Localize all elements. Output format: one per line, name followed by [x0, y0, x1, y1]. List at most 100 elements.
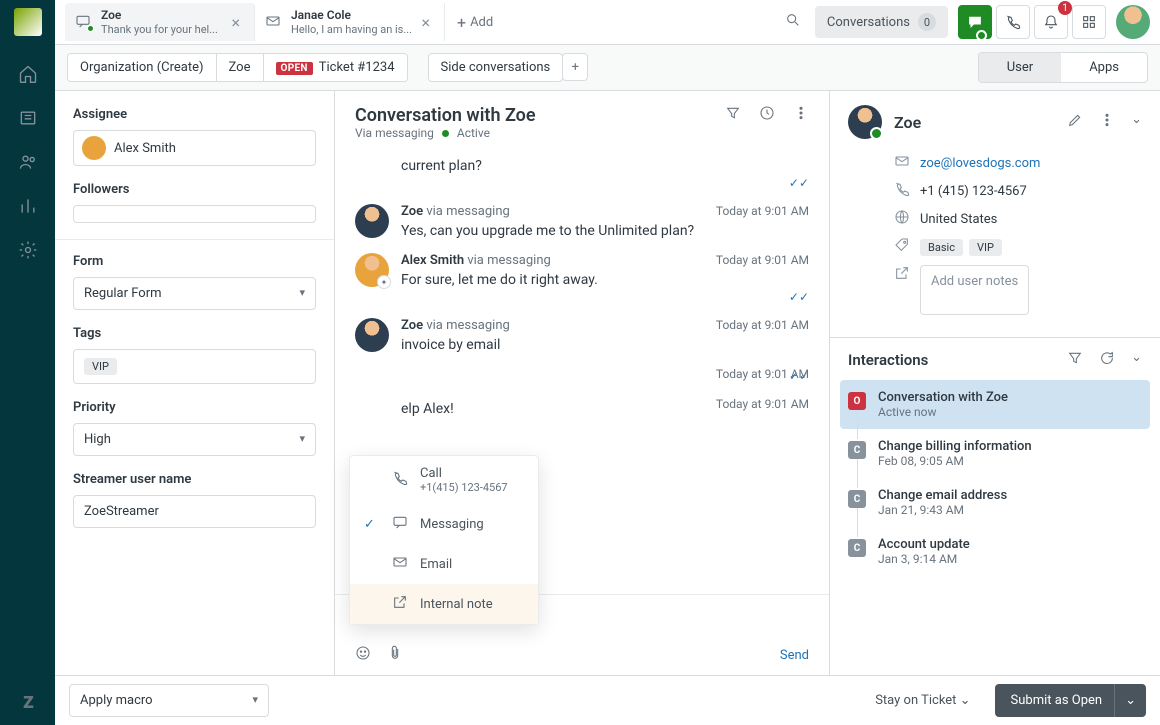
interaction-item[interactable]: O Conversation with ZoeActive now	[840, 380, 1150, 429]
submit-button[interactable]: Submit as Open	[995, 684, 1119, 717]
filter-icon[interactable]	[725, 105, 741, 125]
streamer-label: Streamer user name	[73, 472, 316, 487]
breadcrumb-bar: Organization (Create) Zoe OPENTicket #12…	[55, 45, 1160, 91]
external-link-icon	[894, 265, 910, 285]
tab-title: Zoe	[101, 8, 218, 22]
chat-icon	[75, 13, 93, 31]
chevron-down-icon[interactable]: ⌄	[1131, 112, 1142, 132]
toggle-apps[interactable]: Apps	[1061, 53, 1147, 82]
attachment-icon[interactable]	[387, 645, 403, 665]
submit-caret-button[interactable]: ⌄	[1114, 684, 1146, 717]
tab-subtitle: Thank you for your hel...	[101, 23, 218, 36]
notifications-icon[interactable]: 1	[1034, 5, 1068, 39]
chevron-down-icon[interactable]: ⌄	[1131, 350, 1142, 370]
macro-select[interactable]: Apply macro	[69, 684, 269, 717]
message: ✓✓ Today at 9:01 AM	[355, 367, 809, 383]
emoji-icon[interactable]	[355, 645, 371, 665]
channel-option-internal-note[interactable]: Internal note	[350, 584, 538, 624]
tab-title: Janae Cole	[291, 8, 412, 22]
more-icon[interactable]	[793, 105, 809, 125]
followers-label: Followers	[73, 182, 316, 197]
assignee-field[interactable]: Alex Smith	[73, 130, 316, 166]
conversation-title: Conversation with Zoe	[355, 105, 536, 126]
interactions-title: Interactions	[848, 351, 928, 369]
tab-janae[interactable]: Janae ColeHello, I am having an is... ×	[255, 3, 445, 41]
channel-menu: Call+1(415) 123-4567✓ Messaging Email In…	[349, 455, 539, 625]
user-phone: +1 (415) 123-4567	[920, 184, 1027, 199]
phone-icon[interactable]	[996, 5, 1030, 39]
user-panel: Zoe ⌄ zoe@lovesdogs.com +1 (415) 123-456…	[830, 91, 1160, 675]
tab-zoe[interactable]: ZoeThank you for your hel... ×	[65, 3, 255, 41]
add-side-conversation-button[interactable]: +	[562, 53, 588, 81]
channel-option-messaging[interactable]: ✓ Messaging	[350, 504, 538, 544]
priority-select[interactable]: High	[73, 423, 316, 456]
brand-logo	[14, 8, 42, 36]
refresh-icon[interactable]	[1099, 350, 1115, 370]
tab-subtitle: Hello, I am having an is...	[291, 23, 412, 36]
conversations-button[interactable]: Conversations0	[815, 6, 948, 38]
stay-on-ticket-button[interactable]: Stay on Ticket ⌄	[863, 685, 982, 716]
channel-option-email[interactable]: Email	[350, 544, 538, 584]
followers-field[interactable]	[73, 205, 316, 223]
user-location: United States	[920, 212, 997, 227]
form-label: Form	[73, 254, 316, 269]
breadcrumb-user[interactable]: Zoe	[217, 54, 264, 81]
conversation-panel: Conversation with Zoe Via messagingActiv…	[335, 91, 830, 675]
status-badge: C	[848, 441, 866, 459]
chat-status-icon[interactable]	[958, 5, 992, 39]
message: ✦ Alex Smith via messaging For sure, let…	[355, 253, 809, 304]
side-conversations-button[interactable]: Side conversations	[428, 53, 564, 82]
avatar	[82, 136, 106, 160]
ticket-form-panel: Assignee Alex Smith Followers Form Regul…	[55, 91, 335, 675]
avatar	[355, 204, 389, 238]
nav-reports-icon[interactable]	[8, 186, 48, 226]
read-receipt-icon: ✓✓	[401, 176, 809, 190]
mail-icon	[265, 13, 283, 31]
mail-icon	[894, 153, 910, 173]
interaction-item[interactable]: C Change email addressJan 21, 9:43 AM	[840, 478, 1150, 527]
interaction-item[interactable]: C Change billing informationFeb 08, 9:05…	[840, 429, 1150, 478]
check-icon: ✓	[364, 517, 380, 532]
breadcrumb-ticket[interactable]: OPENTicket #1234	[264, 54, 407, 81]
mail-icon	[392, 554, 408, 574]
message: elp Alex! Today at 9:01 AM	[355, 397, 809, 417]
interaction-item[interactable]: C Account updateJan 3, 9:14 AM	[840, 527, 1150, 576]
user-email[interactable]: zoe@lovesdogs.com	[920, 156, 1040, 171]
streamer-field[interactable]: ZoeStreamer	[73, 495, 316, 528]
avatar	[355, 318, 389, 352]
close-icon[interactable]: ×	[227, 13, 244, 32]
close-icon[interactable]: ×	[417, 13, 434, 32]
apps-grid-icon[interactable]	[1072, 5, 1106, 39]
filter-icon[interactable]	[1067, 350, 1083, 370]
add-tab-button[interactable]: +Add	[445, 13, 505, 32]
chat-icon	[392, 514, 408, 534]
toggle-user[interactable]: User	[979, 53, 1061, 82]
zendesk-logo-icon: z	[8, 681, 48, 721]
send-button[interactable]: Send	[780, 648, 809, 663]
phone-icon	[392, 470, 408, 490]
note-icon	[392, 594, 408, 614]
form-select[interactable]: Regular Form	[73, 277, 316, 310]
history-icon[interactable]	[759, 105, 775, 125]
status-badge: O	[848, 392, 866, 410]
breadcrumb-org[interactable]: Organization (Create)	[68, 54, 217, 81]
search-icon[interactable]	[771, 12, 815, 32]
message: current plan? ✓✓	[355, 154, 809, 190]
priority-label: Priority	[73, 400, 316, 415]
tag-icon	[894, 237, 910, 257]
nav-customers-icon[interactable]	[8, 142, 48, 182]
message: Zoe via messaging invoice by email Today…	[355, 318, 809, 353]
user-notes-input[interactable]: Add user notes	[920, 265, 1029, 315]
profile-avatar[interactable]	[1116, 5, 1150, 39]
channel-option-call[interactable]: Call+1(415) 123-4567	[350, 456, 538, 504]
nav-home-icon[interactable]	[8, 54, 48, 94]
more-icon[interactable]	[1099, 112, 1115, 132]
status-badge: C	[848, 490, 866, 508]
nav-tickets-icon[interactable]	[8, 98, 48, 138]
avatar: ✦	[355, 253, 389, 287]
nav-settings-icon[interactable]	[8, 230, 48, 270]
globe-icon	[894, 209, 910, 229]
tags-label: Tags	[73, 326, 316, 341]
edit-icon[interactable]	[1067, 112, 1083, 132]
tags-field[interactable]: VIP	[73, 349, 316, 384]
